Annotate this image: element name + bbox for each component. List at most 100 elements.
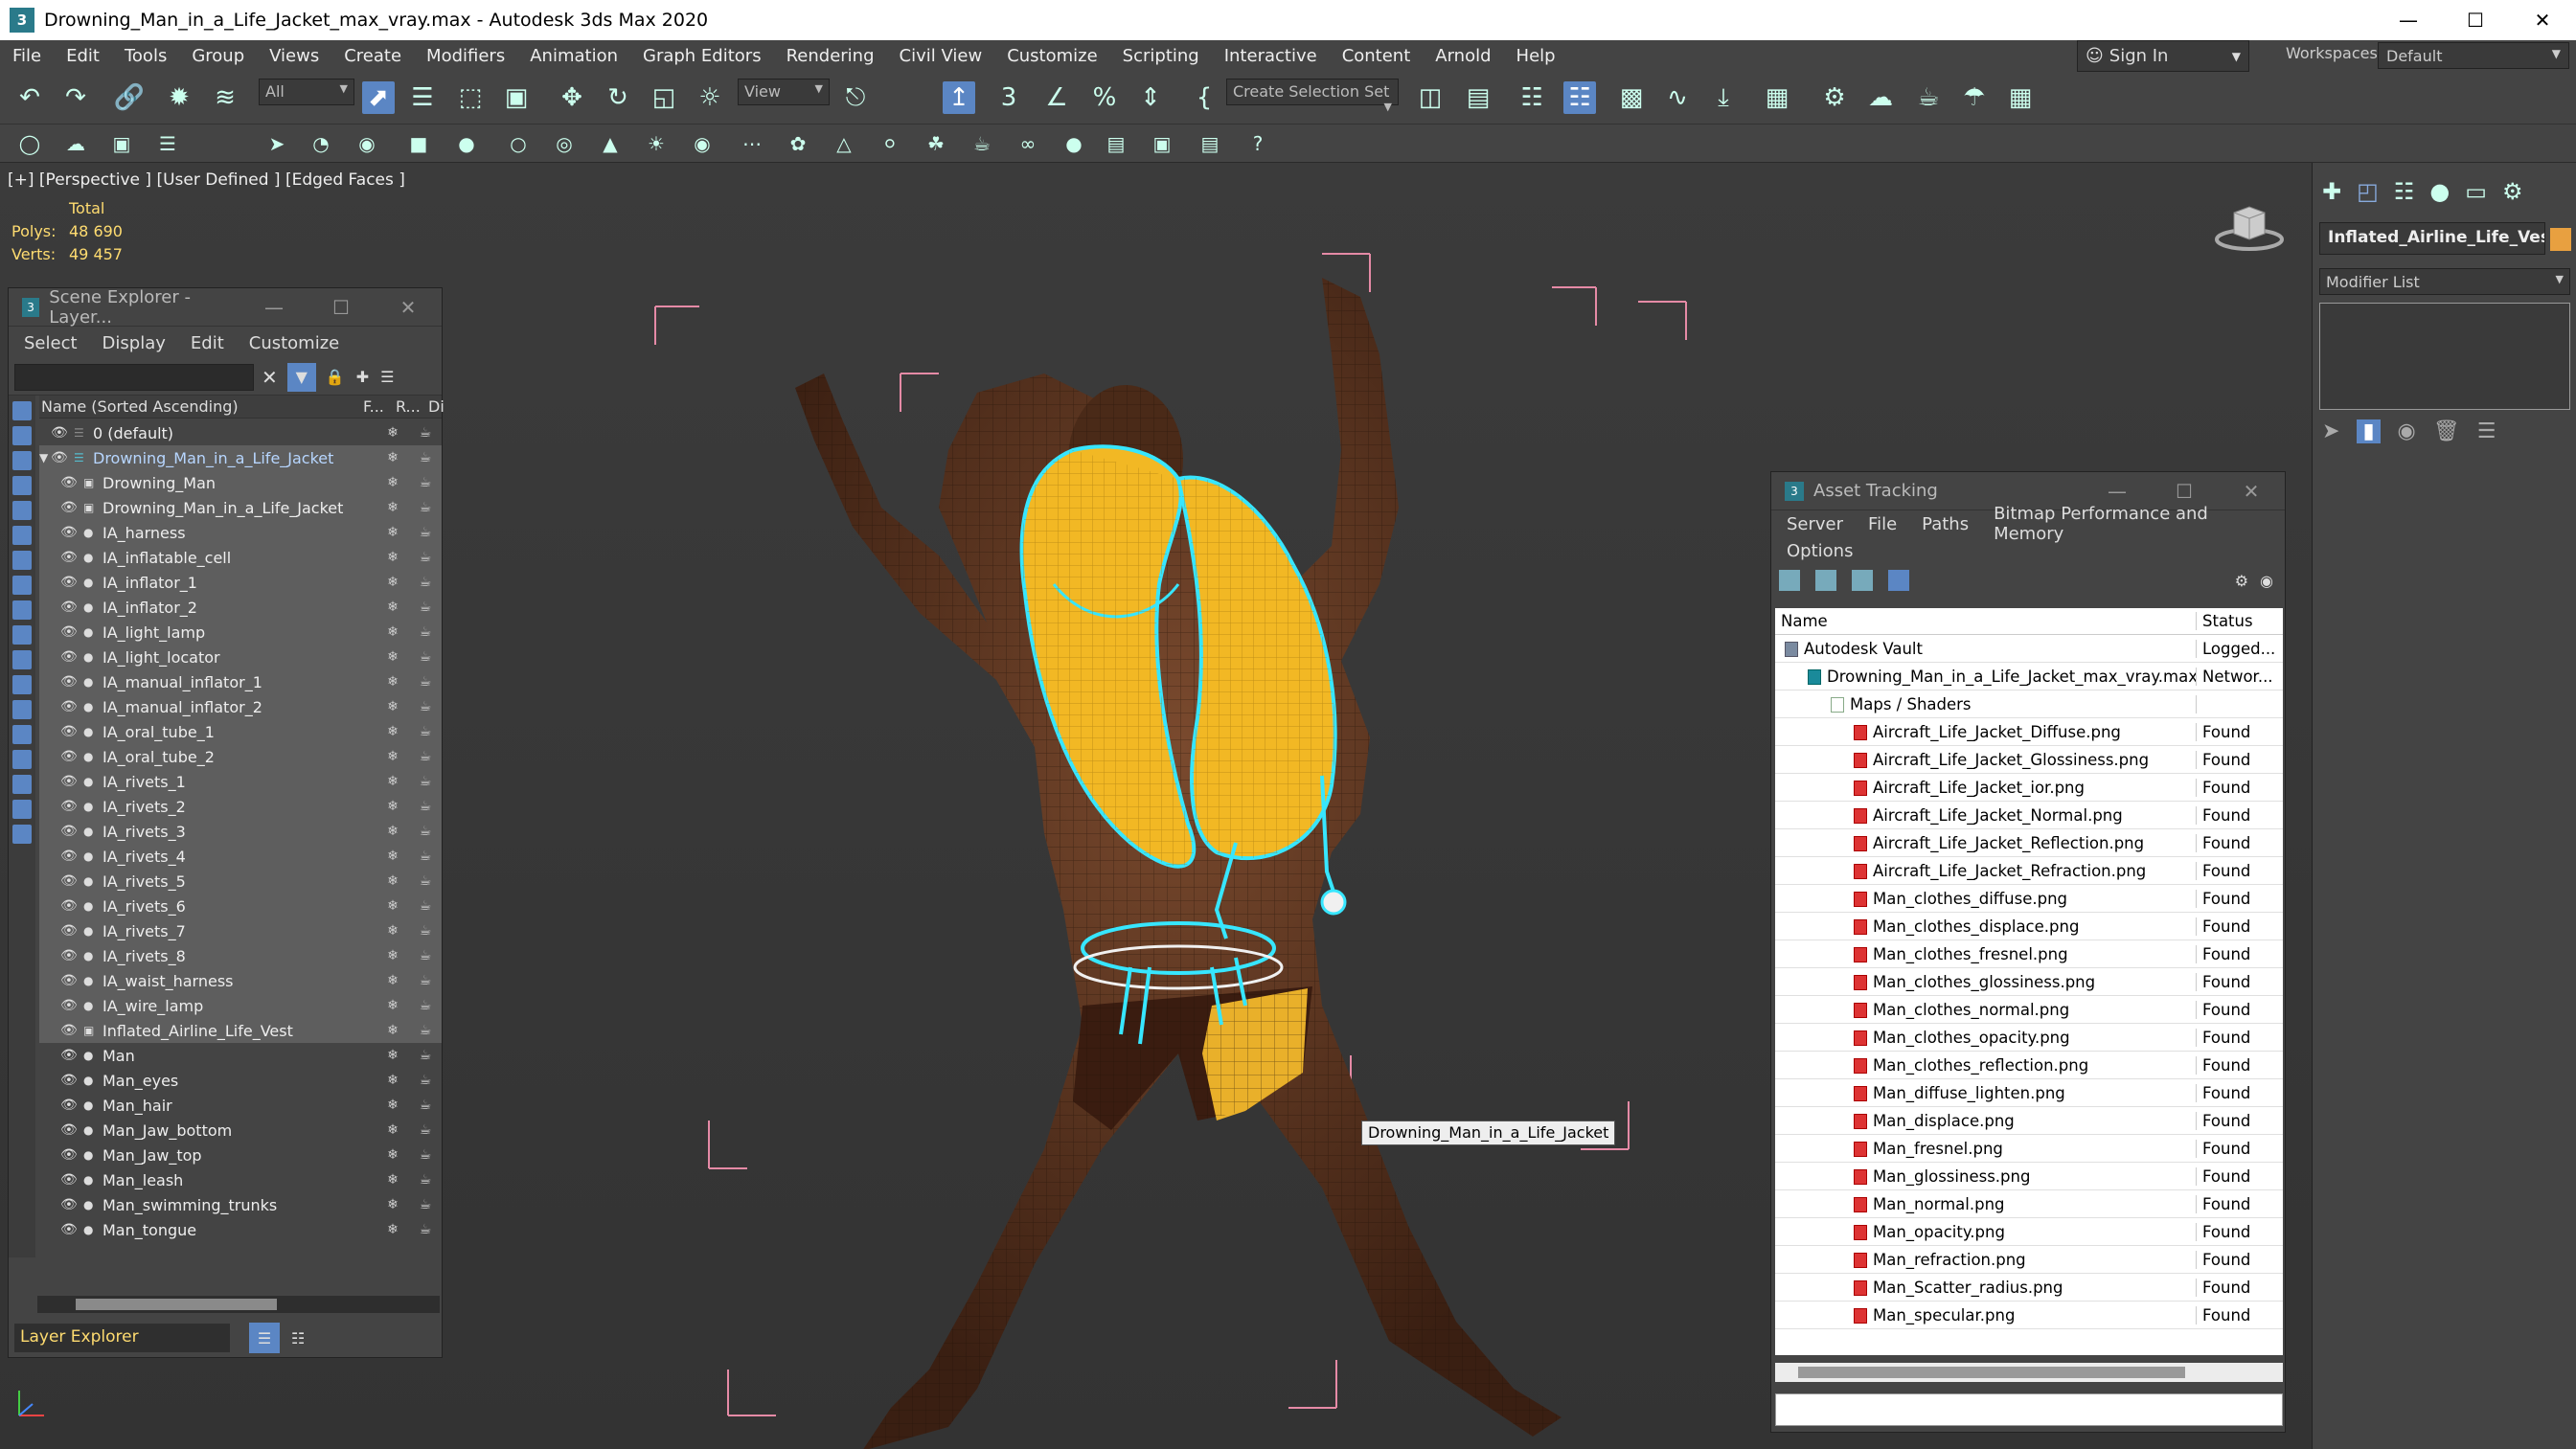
asset-row[interactable]: Aircraft_Life_Jacket_Normal.png Found xyxy=(1775,802,2283,829)
asset-row[interactable]: Drowning_Man_in_a_Life_Jacket_max_vray.m… xyxy=(1775,663,2283,691)
asset-row[interactable]: Aircraft_Life_Jacket_Reflection.png Found xyxy=(1775,829,2283,857)
expand-icon[interactable]: ▼ xyxy=(39,451,51,464)
column-render[interactable]: R... xyxy=(396,397,428,416)
asset-row[interactable]: Man_clothes_fresnel.png Found xyxy=(1775,940,2283,968)
asset-row[interactable]: Maps / Shaders xyxy=(1775,691,2283,718)
asset-row[interactable]: Man_clothes_glossiness.png Found xyxy=(1775,968,2283,996)
maximize-button[interactable]: ☐ xyxy=(2442,0,2509,40)
column-display[interactable]: Di xyxy=(428,397,445,416)
visibility-eye-icon[interactable]: 👁 xyxy=(60,1147,78,1163)
tree-row[interactable]: 👁 ● IA_manual_inflator_2 ❄ ☕ xyxy=(39,694,442,719)
asset-row[interactable]: Man_refraction.png Found xyxy=(1775,1246,2283,1274)
render-teapot-icon[interactable]: ☕ xyxy=(409,998,442,1013)
tree-row[interactable]: 👁 ● Man_Jaw_top ❄ ☕ xyxy=(39,1143,442,1167)
menu-modifiers[interactable]: Modifiers xyxy=(414,46,517,66)
visibility-eye-icon[interactable]: 👁 xyxy=(60,1098,78,1113)
move-icon[interactable]: ✥ xyxy=(556,81,588,114)
render-teapot-icon[interactable]: ☕ xyxy=(409,749,442,764)
help-icon[interactable]: ? xyxy=(1245,131,1270,156)
asset-row[interactable]: Man_Scatter_radius.png Found xyxy=(1775,1274,2283,1302)
tree-row[interactable]: 👁 ● Man ❄ ☕ xyxy=(39,1043,442,1068)
render-teapot-icon[interactable]: ☕ xyxy=(409,1197,442,1212)
freeze-icon[interactable]: ❄ xyxy=(376,624,409,640)
list-icon[interactable]: ☰ xyxy=(155,131,180,156)
pivot-icon[interactable]: ◔ xyxy=(308,131,333,156)
visibility-eye-icon[interactable]: 👁 xyxy=(60,1172,78,1188)
make-unique-icon[interactable]: ◉ xyxy=(2398,419,2416,443)
render-teapot-icon[interactable]: ☕ xyxy=(409,923,442,939)
table-view-icon[interactable] xyxy=(1888,570,1909,591)
visibility-eye-icon[interactable]: 👁 xyxy=(60,550,78,565)
select-object-icon[interactable]: ⬈ xyxy=(362,81,395,114)
visibility-eye-icon[interactable]: 👁 xyxy=(60,873,78,889)
placement-icon[interactable]: ☼ xyxy=(694,81,726,114)
freeze-icon[interactable]: ❄ xyxy=(376,774,409,789)
material-editor-icon[interactable]: ▦ xyxy=(1761,81,1793,114)
menu-arnold[interactable]: Arnold xyxy=(1423,46,1503,66)
render-teapot-icon[interactable]: ☕ xyxy=(409,649,442,665)
configure-sets-icon[interactable]: ☰ xyxy=(2477,419,2496,443)
filter-toggle-icon[interactable] xyxy=(12,451,32,470)
render-teapot-icon[interactable]: ☕ xyxy=(409,724,442,739)
visibility-eye-icon[interactable]: 👁 xyxy=(60,849,78,864)
tree-row[interactable]: 👁 ● IA_rivets_2 ❄ ☕ xyxy=(39,794,442,819)
selection-set-dropdown[interactable]: Create Selection Set ▼ xyxy=(1226,79,1399,113)
render-teapot-icon[interactable]: ☕ xyxy=(409,575,442,590)
visibility-eye-icon[interactable]: 👁 xyxy=(60,973,78,988)
workspace-dropdown[interactable]: Default ▼ xyxy=(2378,42,2569,69)
mirror-icon[interactable]: ◫ xyxy=(1414,81,1447,114)
pin-icon[interactable]: ◉ xyxy=(2260,572,2273,590)
render-view-icon[interactable]: ▤ xyxy=(1104,131,1128,156)
tree-row[interactable]: 👁 ● IA_light_locator ❄ ☕ xyxy=(39,645,442,669)
asset-row[interactable]: Man_normal.png Found xyxy=(1775,1190,2283,1218)
tree-row[interactable]: 👁 ● IA_wire_lamp ❄ ☕ xyxy=(39,993,442,1018)
tree-row[interactable]: 👁 ● IA_oral_tube_1 ❄ ☕ xyxy=(39,719,442,744)
list-view-icon[interactable] xyxy=(1815,570,1836,591)
visibility-eye-icon[interactable]: 👁 xyxy=(60,898,78,914)
freeze-icon[interactable]: ❄ xyxy=(376,699,409,714)
scale-icon[interactable]: ◱ xyxy=(648,81,680,114)
modifier-list-dropdown[interactable]: Modifier List ▼ xyxy=(2319,268,2570,295)
freeze-icon[interactable]: ❄ xyxy=(376,898,409,914)
freeze-icon[interactable]: ❄ xyxy=(376,450,409,465)
filter-toggle-icon[interactable] xyxy=(12,401,32,420)
menu-content[interactable]: Content xyxy=(1330,46,1424,66)
freeze-icon[interactable]: ❄ xyxy=(376,749,409,764)
globe-icon[interactable]: ⚪ xyxy=(878,131,902,156)
ipr-icon[interactable]: ▣ xyxy=(1150,131,1174,156)
add-layer-icon[interactable]: ✚ xyxy=(356,368,369,386)
menu-civil-view[interactable]: Civil View xyxy=(887,46,995,66)
freeze-icon[interactable]: ❄ xyxy=(376,674,409,690)
toggle-layer-explorer-icon[interactable]: ☷ xyxy=(1563,81,1596,114)
asset-row[interactable]: Man_clothes_normal.png Found xyxy=(1775,996,2283,1024)
tree-row[interactable]: 👁 ● IA_waist_harness ❄ ☕ xyxy=(39,968,442,993)
scene-explorer-scrollbar[interactable] xyxy=(37,1296,440,1313)
filter-toggle-icon[interactable] xyxy=(12,725,32,744)
menu-file[interactable]: File xyxy=(1868,514,1897,534)
menu-help[interactable]: Help xyxy=(1504,46,1568,66)
freeze-icon[interactable]: ❄ xyxy=(376,1023,409,1038)
thumbnail-view-icon[interactable] xyxy=(1852,570,1873,591)
column-status[interactable]: Status xyxy=(2197,612,2283,630)
layer-explorer-icon[interactable]: ☰ xyxy=(249,1323,280,1353)
asset-row[interactable]: Man_clothes_diffuse.png Found xyxy=(1775,885,2283,913)
tree-row[interactable]: 👁 ▣ Inflated_Airline_Life_Vest ❄ ☕ xyxy=(39,1018,442,1043)
freeze-icon[interactable]: ❄ xyxy=(376,1172,409,1188)
render-teapot-icon[interactable]: ☕ xyxy=(409,873,442,889)
visibility-eye-icon[interactable]: 👁 xyxy=(60,699,78,714)
column-name[interactable]: Name xyxy=(1775,612,2197,630)
asset-table-scrollbar[interactable] xyxy=(1775,1363,2283,1382)
object-color-swatch[interactable] xyxy=(2550,228,2571,251)
visibility-eye-icon[interactable]: 👁 xyxy=(60,600,78,615)
visibility-eye-icon[interactable]: 👁 xyxy=(60,525,78,540)
render-teapot-icon[interactable]: ☕ xyxy=(409,1122,442,1138)
rendered-frame-window-icon[interactable]: ☁ xyxy=(1864,81,1897,114)
tree-row[interactable]: 👁 ● IA_inflator_1 ❄ ☕ xyxy=(39,570,442,595)
visibility-eye-icon[interactable]: 👁 xyxy=(51,450,68,465)
close-button[interactable]: ✕ xyxy=(2509,0,2576,40)
freeze-icon[interactable]: ❄ xyxy=(376,1048,409,1063)
tree-row[interactable]: 👁 ● Man_swimming_trunks ❄ ☕ xyxy=(39,1192,442,1217)
tree-row[interactable]: 👁 ● IA_harness ❄ ☕ xyxy=(39,520,442,545)
dynamics-icon[interactable]: ✿ xyxy=(786,131,810,156)
motion-tab-icon[interactable]: ● xyxy=(2429,178,2450,205)
